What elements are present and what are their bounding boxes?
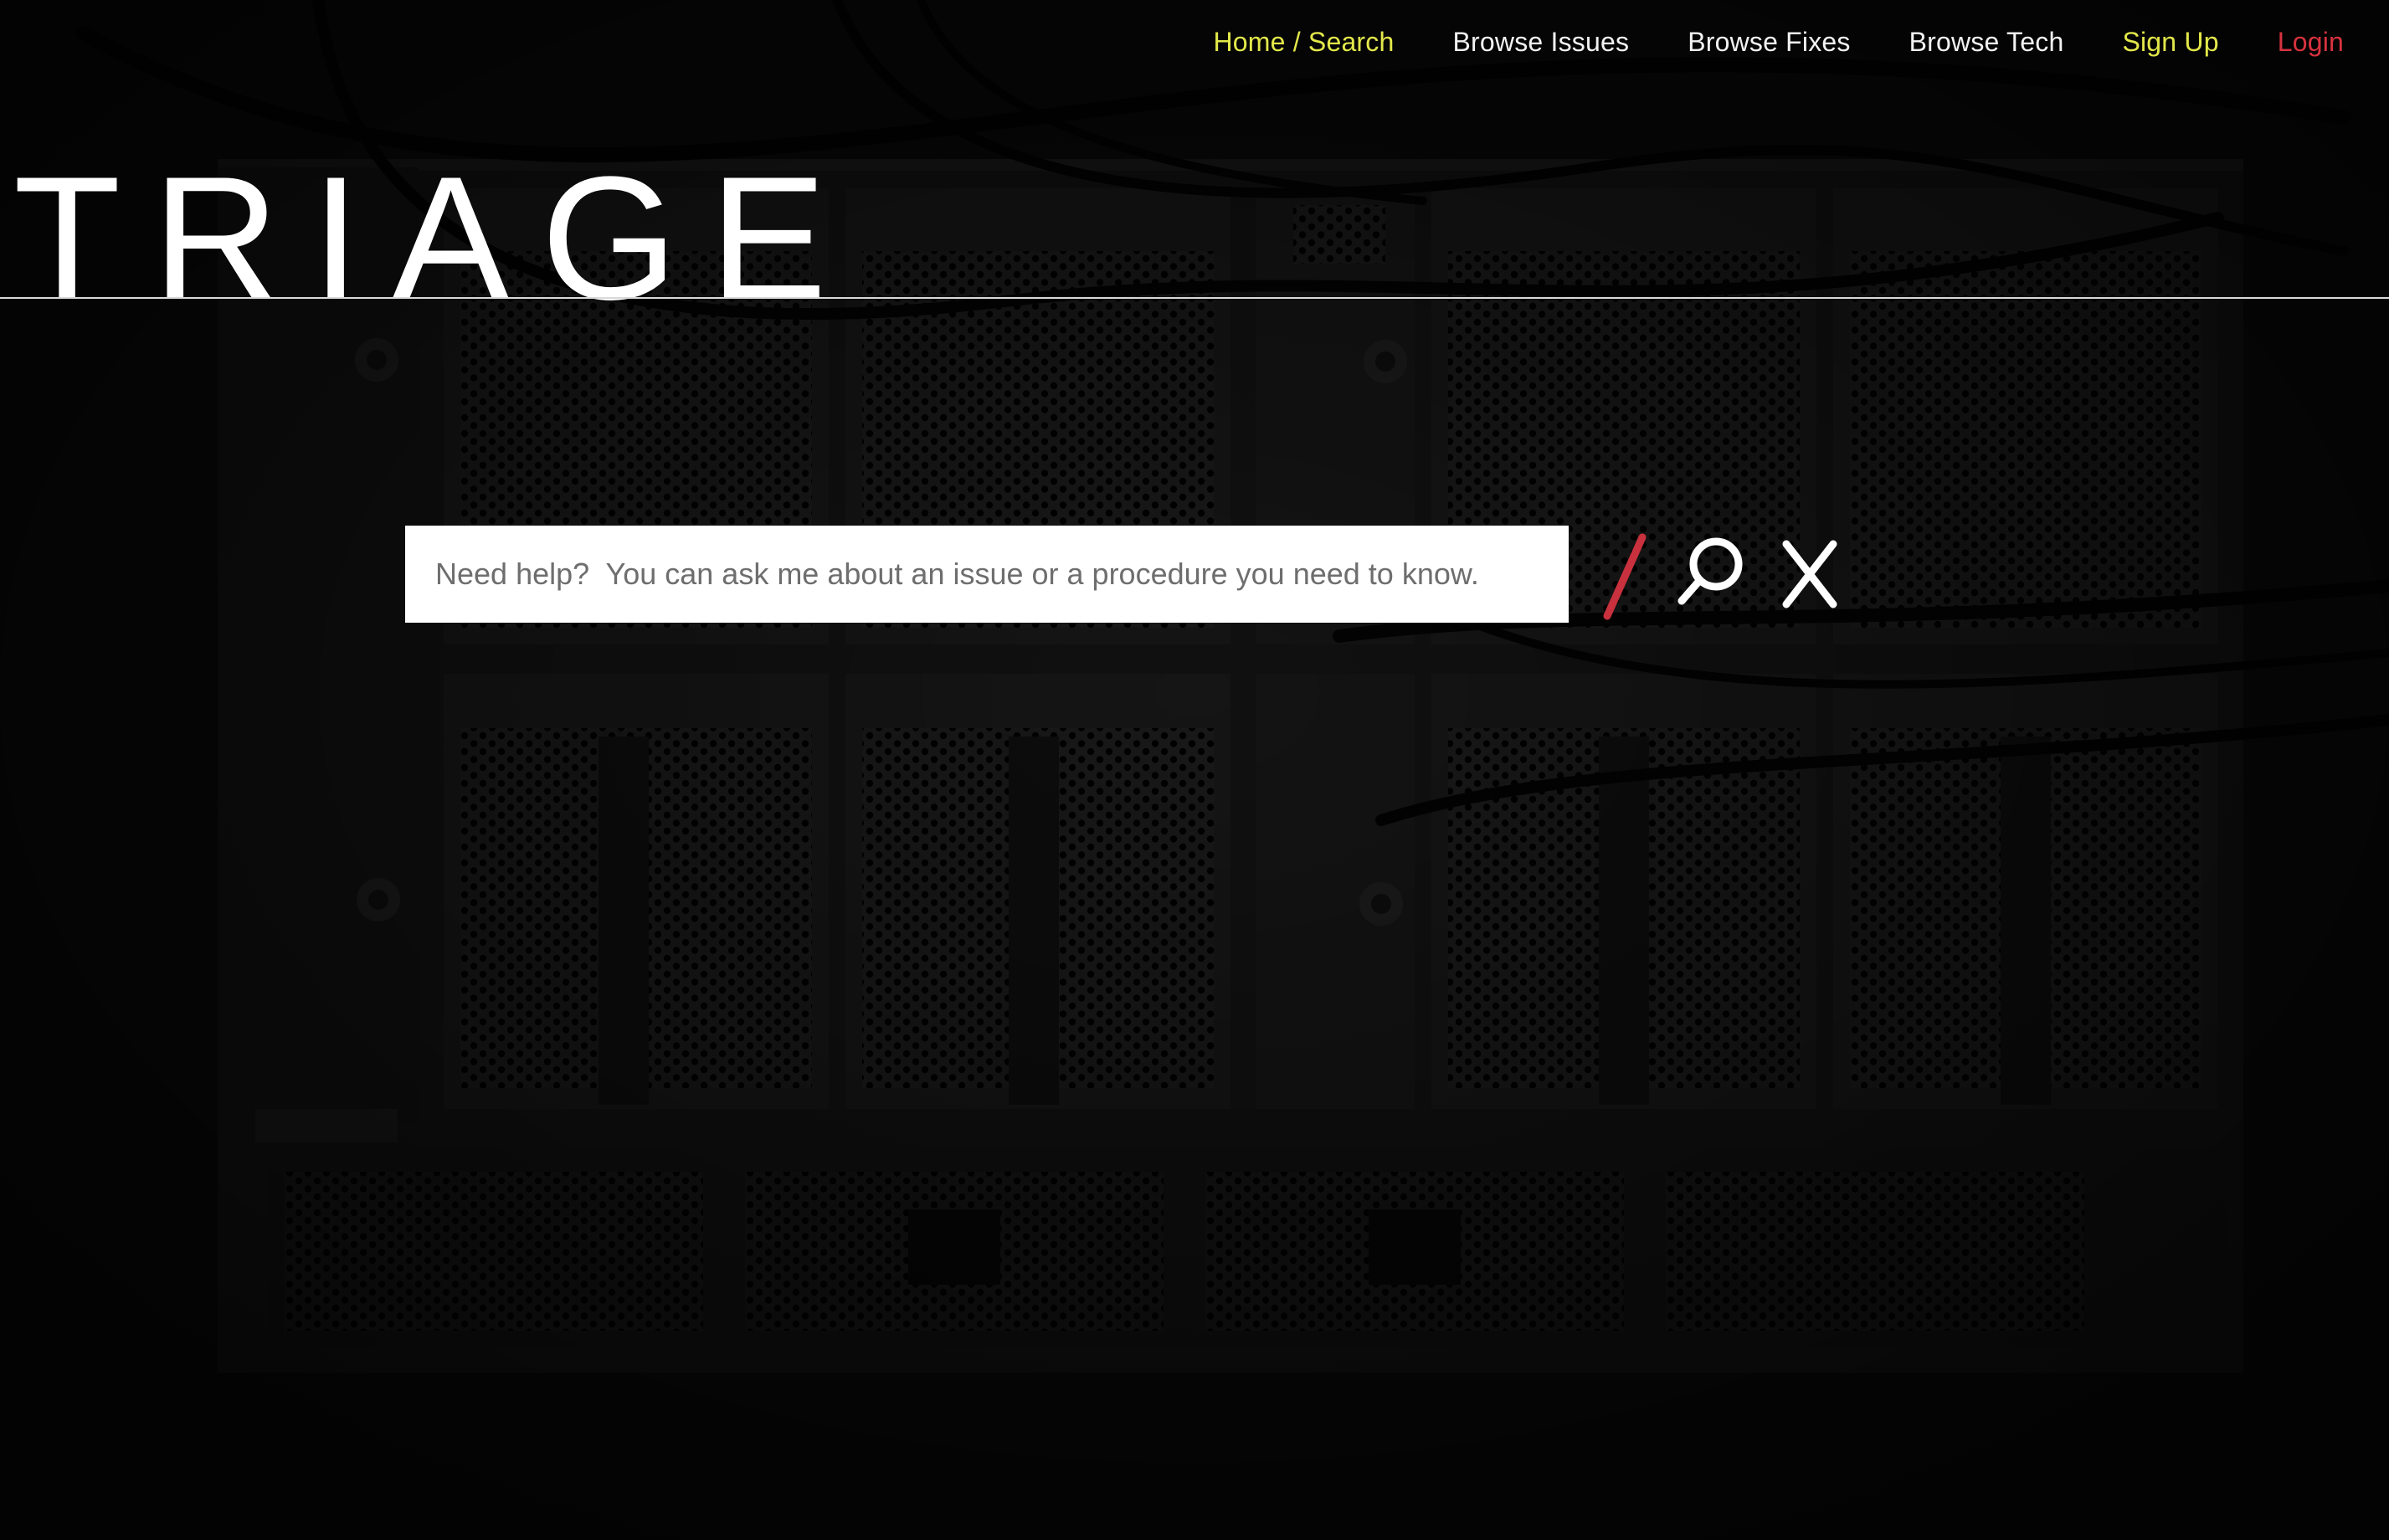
nav-browse-issues-link[interactable]: Browse Issues <box>1453 27 1630 58</box>
nav-browse-tech-link[interactable]: Browse Tech <box>1909 27 2064 58</box>
search-actions <box>1590 526 1842 623</box>
nav-login-link[interactable]: Login <box>2278 27 2344 58</box>
brand-logo-text: TRIAGE <box>13 140 859 336</box>
nav-home-search-link[interactable]: Home / Search <box>1213 27 1394 58</box>
close-icon[interactable] <box>1778 532 1842 616</box>
page: Home / Search Browse Issues Browse Fixes… <box>0 0 2389 1540</box>
nav-browse-fixes-link[interactable]: Browse Fixes <box>1688 27 1850 58</box>
slash-icon <box>1603 533 1647 620</box>
search-input[interactable] <box>434 556 1569 593</box>
nav-sign-up-link[interactable]: Sign Up <box>2122 27 2218 58</box>
main-nav: Home / Search Browse Issues Browse Fixes… <box>1154 0 2389 84</box>
search-box <box>405 526 1569 623</box>
header-divider <box>0 297 2389 299</box>
search-icon[interactable] <box>1674 532 1746 616</box>
